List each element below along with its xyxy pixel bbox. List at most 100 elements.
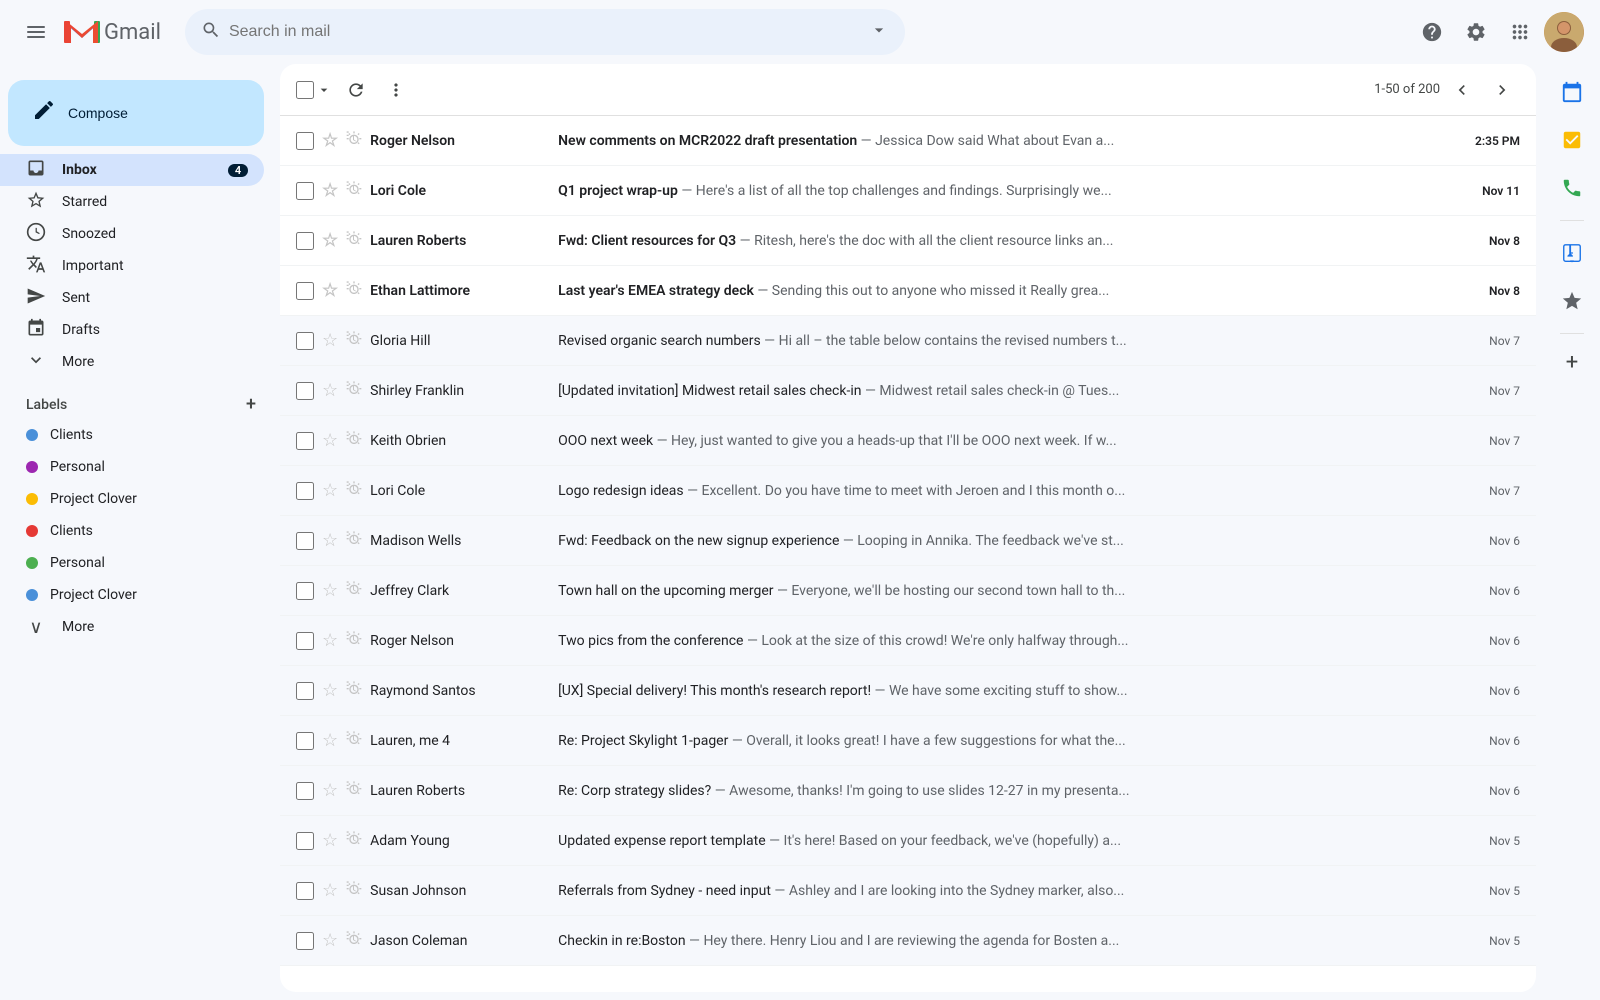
star-button[interactable]: ☆ — [322, 930, 338, 951]
snooze-button[interactable] — [346, 881, 362, 901]
email-row[interactable]: ☆ Lauren Roberts Fwd: Client resources f… — [280, 216, 1536, 266]
email-checkbox[interactable] — [296, 682, 314, 700]
more-options-button[interactable] — [378, 72, 414, 108]
star-button[interactable]: ☆ — [322, 280, 338, 301]
snooze-button[interactable] — [346, 131, 362, 151]
email-checkbox[interactable] — [296, 632, 314, 650]
snooze-button[interactable] — [346, 781, 362, 801]
email-checkbox[interactable] — [296, 432, 314, 450]
email-checkbox[interactable] — [296, 532, 314, 550]
snooze-button[interactable] — [346, 931, 362, 951]
email-checkbox[interactable] — [296, 782, 314, 800]
email-checkbox[interactable] — [296, 232, 314, 250]
snooze-button[interactable] — [346, 431, 362, 451]
contacts-icon[interactable] — [1552, 168, 1592, 208]
snooze-button[interactable] — [346, 181, 362, 201]
snooze-button[interactable] — [346, 581, 362, 601]
star-button[interactable]: ☆ — [322, 180, 338, 201]
snooze-button[interactable] — [346, 331, 362, 351]
search-dropdown-icon[interactable] — [869, 20, 889, 44]
tasks-icon[interactable] — [1552, 120, 1592, 160]
star-button[interactable]: ☆ — [322, 530, 338, 551]
star-button[interactable]: ☆ — [322, 880, 338, 901]
snooze-button[interactable] — [346, 631, 362, 651]
snooze-button[interactable] — [346, 531, 362, 551]
star-button[interactable]: ☆ — [322, 680, 338, 701]
label-item-projectclover2[interactable]: Project Clover — [0, 579, 264, 611]
help-button[interactable] — [1412, 12, 1452, 52]
star-button[interactable]: ☆ — [322, 330, 338, 351]
email-checkbox[interactable] — [296, 882, 314, 900]
star-button[interactable]: ☆ — [322, 480, 338, 501]
sidebar-item-inbox[interactable]: Inbox 4 — [0, 154, 264, 186]
label-item-clients2[interactable]: Clients — [0, 515, 264, 547]
email-row[interactable]: ☆ Keith Obrien OOO next week — Hey, just… — [280, 416, 1536, 466]
refresh-button[interactable] — [338, 72, 374, 108]
star-button[interactable]: ☆ — [322, 380, 338, 401]
email-row[interactable]: ☆ Lauren Roberts Re: Corp strategy slide… — [280, 766, 1536, 816]
email-checkbox[interactable] — [296, 332, 314, 350]
email-checkbox[interactable] — [296, 582, 314, 600]
email-row[interactable]: ☆ Adam Young Updated expense report temp… — [280, 816, 1536, 866]
email-row[interactable]: ☆ Gloria Hill Revised organic search num… — [280, 316, 1536, 366]
user-avatar[interactable] — [1544, 12, 1584, 52]
add-label-icon[interactable]: + — [246, 394, 256, 415]
snooze-button[interactable] — [346, 731, 362, 751]
email-row[interactable]: ☆ Ethan Lattimore Last year's EMEA strat… — [280, 266, 1536, 316]
sidebar-item-snoozed[interactable]: Snoozed — [0, 218, 264, 250]
prev-page-button[interactable] — [1444, 72, 1480, 108]
email-checkbox[interactable] — [296, 932, 314, 950]
settings-button[interactable] — [1456, 12, 1496, 52]
label-item-clients1[interactable]: Clients — [0, 419, 264, 451]
email-row[interactable]: ☆ Roger Nelson New comments on MCR2022 d… — [280, 116, 1536, 166]
email-row[interactable]: ☆ Roger Nelson Two pics from the confere… — [280, 616, 1536, 666]
email-row[interactable]: ☆ Shirley Franklin [Updated invitation] … — [280, 366, 1536, 416]
sidebar-item-starred[interactable]: Starred — [0, 186, 264, 218]
select-dropdown-button[interactable] — [314, 72, 334, 108]
email-row[interactable]: ☆ Jason Coleman Checkin in re:Boston — H… — [280, 916, 1536, 966]
snooze-button[interactable] — [346, 281, 362, 301]
label-item-personal1[interactable]: Personal — [0, 451, 264, 483]
star-button[interactable]: ☆ — [322, 430, 338, 451]
compose-button[interactable]: Compose — [8, 80, 264, 146]
snooze-button[interactable] — [346, 231, 362, 251]
email-checkbox[interactable] — [296, 182, 314, 200]
email-row[interactable]: ☆ Susan Johnson Referrals from Sydney - … — [280, 866, 1536, 916]
labels-more-item[interactable]: ∨ More — [0, 611, 264, 643]
search-inner[interactable] — [185, 9, 905, 55]
email-row[interactable]: ☆ Jeffrey Clark Town hall on the upcomin… — [280, 566, 1536, 616]
email-row[interactable]: ☆ Madison Wells Fwd: Feedback on the new… — [280, 516, 1536, 566]
star-button[interactable]: ☆ — [322, 830, 338, 851]
email-row[interactable]: ☆ Raymond Santos [UX] Special delivery! … — [280, 666, 1536, 716]
email-checkbox[interactable] — [296, 132, 314, 150]
email-checkbox[interactable] — [296, 482, 314, 500]
label-item-projectclover1[interactable]: Project Clover — [0, 483, 264, 515]
add-app-button[interactable]: + — [1556, 346, 1588, 378]
snooze-button[interactable] — [346, 481, 362, 501]
star-button[interactable]: ☆ — [322, 230, 338, 251]
email-row[interactable]: ☆ Lauren, me 4 Re: Project Skylight 1-pa… — [280, 716, 1536, 766]
next-page-button[interactable] — [1484, 72, 1520, 108]
star-button[interactable]: ☆ — [322, 130, 338, 151]
apps-button[interactable] — [1500, 12, 1540, 52]
sidebar-item-sent[interactable]: Sent — [0, 282, 264, 314]
label-item-personal2[interactable]: Personal — [0, 547, 264, 579]
star-button[interactable]: ☆ — [322, 730, 338, 751]
email-checkbox[interactable] — [296, 382, 314, 400]
snooze-button[interactable] — [346, 831, 362, 851]
hamburger-menu[interactable] — [16, 12, 56, 52]
sidebar-item-drafts[interactable]: Drafts — [0, 314, 264, 346]
snooze-button[interactable] — [346, 381, 362, 401]
sidebar-item-important[interactable]: Important — [0, 250, 264, 282]
star-button[interactable]: ☆ — [322, 780, 338, 801]
star-button[interactable]: ☆ — [322, 630, 338, 651]
email-checkbox[interactable] — [296, 832, 314, 850]
email-row[interactable]: ☆ Lori Cole Logo redesign ideas — Excell… — [280, 466, 1536, 516]
star-apps-icon[interactable] — [1552, 281, 1592, 321]
sidebar-item-more[interactable]: More — [0, 346, 264, 378]
email-checkbox[interactable] — [296, 732, 314, 750]
star-button[interactable]: ☆ — [322, 580, 338, 601]
search-input[interactable] — [229, 23, 861, 41]
snooze-button[interactable] — [346, 681, 362, 701]
email-checkbox[interactable] — [296, 282, 314, 300]
